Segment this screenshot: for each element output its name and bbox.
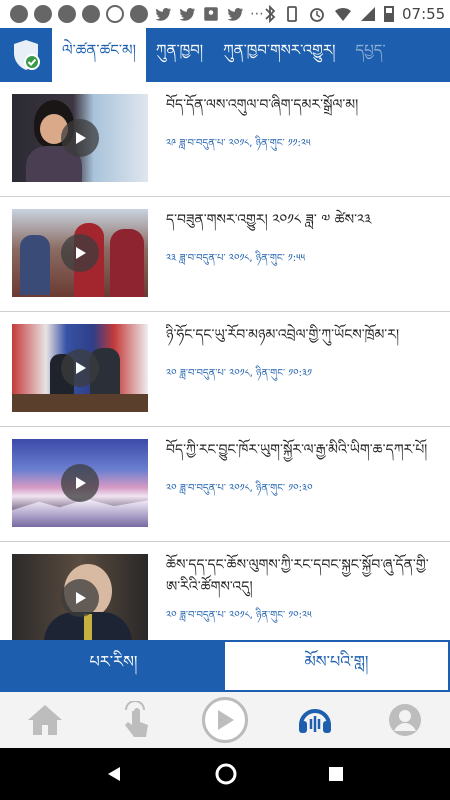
back-icon[interactable] — [106, 765, 124, 783]
shield-check-button[interactable] — [0, 28, 52, 82]
video-thumbnail[interactable] — [12, 554, 148, 640]
list-item[interactable]: བོད་དོན་ལས་འགུལ་བ་ཞིག་དམར་སྒྲོལ་མ། ༢༩ ཟླ… — [0, 82, 450, 197]
video-thumbnail[interactable] — [12, 439, 148, 527]
status-bar: ⋯ 07:55 — [0, 0, 450, 28]
home-icon — [28, 705, 62, 735]
video-date: ༢༠ ཟླ་བ་བདུན་པ་ ༢༠༡༨, ཉིན་གུང་ ༡༠:༣༠ — [166, 483, 313, 494]
bottom-navigation — [0, 692, 450, 748]
video-date: ༢༠ ཟླ་བ་བདུན་པ་ ༢༠༡༨, ཉིན་གུང་ ༡༠:༣༡ — [166, 368, 312, 379]
video-thumbnail[interactable] — [12, 209, 148, 297]
play-icon — [61, 234, 99, 272]
touch-icon — [125, 701, 148, 737]
circle-icon — [130, 5, 148, 23]
vibrate-icon — [287, 6, 297, 22]
status-time: 07:55 — [402, 5, 446, 23]
list-item[interactable]: ད་བཟུན་གསར་འགྱུར། ༢༠༡༨ ཟླ་ ༧ ཚེས་༢༣ ༢༣ ཟ… — [0, 197, 450, 312]
video-thumbnail[interactable] — [12, 94, 148, 182]
alarm-icon — [106, 5, 124, 23]
app-notification-icon — [58, 5, 76, 23]
bluetooth-icon — [265, 5, 276, 23]
video-title[interactable]: བོད་དོན་ལས་འགུལ་བ་ཞིག་དམར་སྒྲོལ་མ། — [166, 94, 438, 116]
video-date: ༢༣ ཟླ་བ་བདུན་པ་ ༢༠༡༨, ཉིན་གུང་ ༡:༥༥ — [166, 253, 306, 264]
nav-profile[interactable] — [377, 694, 433, 746]
more-notifications-icon: ⋯ — [250, 6, 264, 22]
home-button-icon[interactable] — [215, 763, 237, 785]
tab-all-programs[interactable]: ལེ་ཚན་ཚང་མ། — [52, 28, 146, 82]
nav-home[interactable] — [17, 694, 73, 746]
app-notification-icon — [34, 5, 52, 23]
app-notification-icon — [82, 5, 100, 23]
headphones-icon — [299, 709, 331, 733]
segment-photos-button[interactable]: པར་རིས། — [2, 642, 225, 690]
notification-icons: ⋯ — [10, 5, 264, 23]
shield-check-icon — [14, 40, 40, 70]
app-notification-icon — [10, 5, 28, 23]
video-title[interactable]: ཆོས་དད་དང་ཆོས་ལུགས་ཀྱི་རང་དབང་སྐྱང་སྐྱོབ… — [166, 554, 438, 598]
list-item[interactable]: ཆོས་དད་དང་ཆོས་ལུགས་ཀྱི་རང་དབང་སྐྱང་སྐྱོབ… — [0, 542, 450, 640]
nav-audio[interactable] — [287, 694, 343, 746]
video-date: ༢༠ ཟླ་བ་བདུན་པ་ ༢༠༡༨, ཉིན་གུང་ ༡༠:༢༥ — [166, 610, 312, 621]
tab-general[interactable]: ཀུན་ཁྱབ། — [146, 28, 213, 82]
video-title[interactable]: བོད་ཀྱི་རང་བྱུང་ཁོར་ཡུག་སྐྱོར་ལ་རྒྱ་མིའི… — [166, 439, 438, 461]
segment-favorites-button[interactable]: མོས་པའི་གླ། — [225, 642, 448, 690]
segment-control: པར་རིས། མོས་པའི་གླ། — [0, 640, 450, 692]
top-tab-bar: ལེ་ཚན་ཚང་མ། ཀུན་ཁྱབ། ཀུན་ཁྱབ་གསར་འགྱུར། … — [0, 28, 450, 82]
recents-icon[interactable] — [328, 766, 344, 782]
tab-general-news[interactable]: ཀུན་ཁྱབ་གསར་འགྱུར། — [213, 28, 345, 82]
video-list: བོད་དོན་ལས་འགུལ་བ་ཞིག་དམར་སྒྲོལ་མ། ༢༩ ཟླ… — [0, 82, 450, 640]
play-icon — [61, 119, 99, 157]
nav-video[interactable] — [197, 694, 253, 746]
tab-more[interactable]: དཔྱད་ — [346, 28, 396, 82]
twitter-icon — [179, 7, 196, 21]
video-title[interactable]: ཉི་ཧོང་དང་ཡུ་རོབ་མཉམ་འབྲེལ་གྱི་ཀུ་ཡོངས་ཁ… — [166, 324, 438, 346]
play-icon — [61, 464, 99, 502]
system-navigation-bar — [0, 748, 450, 800]
battery-icon — [384, 6, 394, 22]
nav-touch[interactable] — [107, 694, 163, 746]
play-icon — [61, 579, 99, 617]
video-date: ༢༩ ཟླ་བ་བདུན་པ་ ༢༠༡༨, ཉིན་གུང་ ༡༡:༢༥ — [166, 138, 311, 149]
twitter-icon — [227, 7, 244, 21]
video-thumbnail[interactable] — [12, 324, 148, 412]
wifi-icon — [335, 8, 351, 21]
map-icon — [204, 7, 218, 21]
twitter-icon — [155, 7, 172, 21]
alarm-clock-icon — [310, 8, 324, 22]
play-circle-icon — [202, 697, 248, 743]
play-icon — [61, 349, 99, 387]
signal-icon — [361, 7, 375, 21]
category-tabs: ལེ་ཚན་ཚང་མ། ཀུན་ཁྱབ། ཀུན་ཁྱབ་གསར་འགྱུར། … — [52, 28, 450, 82]
video-title[interactable]: ད་བཟུན་གསར་འགྱུར། ༢༠༡༨ ཟླ་ ༧ ཚེས་༢༣ — [166, 209, 438, 231]
list-item[interactable]: བོད་ཀྱི་རང་བྱུང་ཁོར་ཡུག་སྐྱོར་ལ་རྒྱ་མིའི… — [0, 427, 450, 542]
user-avatar-icon — [389, 704, 421, 736]
list-item[interactable]: ཉི་ཧོང་དང་ཡུ་རོབ་མཉམ་འབྲེལ་གྱི་ཀུ་ཡོངས་ཁ… — [0, 312, 450, 427]
